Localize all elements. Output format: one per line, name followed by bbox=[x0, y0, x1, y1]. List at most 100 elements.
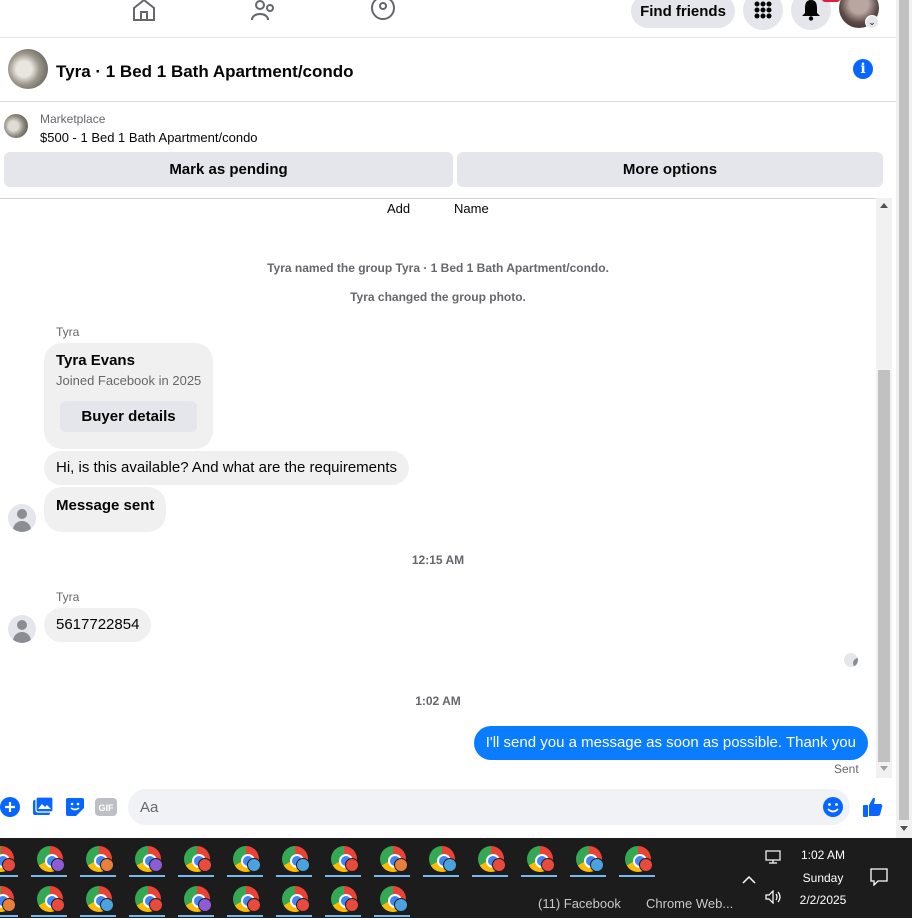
friends-icon[interactable] bbox=[250, 0, 280, 24]
profile-badge-icon bbox=[443, 858, 457, 872]
plus-icon[interactable] bbox=[0, 796, 22, 818]
page-scroll-thumb[interactable] bbox=[899, 0, 909, 820]
clock-time[interactable]: 1:02 AM bbox=[790, 848, 856, 862]
notification-center-icon[interactable] bbox=[870, 868, 888, 887]
network-icon[interactable] bbox=[765, 850, 783, 864]
chrome-profile-taskbar-icon[interactable] bbox=[76, 840, 120, 878]
group-photo-avatar[interactable] bbox=[8, 49, 48, 89]
profile-badge-icon bbox=[247, 898, 261, 912]
chrome-profile-taskbar-icon[interactable] bbox=[27, 880, 71, 918]
running-indicator bbox=[325, 875, 361, 877]
running-indicator bbox=[570, 875, 606, 877]
message-list: Add Name Tyra named the group Tyra · 1 B… bbox=[0, 198, 876, 778]
profile-badge-icon bbox=[198, 858, 212, 872]
sender-name: Tyra bbox=[56, 590, 80, 604]
running-indicator bbox=[80, 915, 116, 917]
chrome-profile-taskbar-icon[interactable] bbox=[419, 840, 463, 878]
more-options-button[interactable]: More options bbox=[457, 152, 883, 187]
profile-badge-icon bbox=[100, 898, 114, 912]
chrome-profile-taskbar-icon[interactable] bbox=[517, 840, 561, 878]
buyer-details-button[interactable]: Buyer details bbox=[60, 401, 197, 432]
clock-date[interactable]: 2/2/2025 bbox=[790, 893, 856, 907]
chrome-profile-taskbar-icon[interactable] bbox=[0, 840, 22, 878]
running-indicator bbox=[521, 875, 557, 877]
profile-badge-icon bbox=[2, 858, 16, 872]
taskbar-label-facebook[interactable]: (11) Facebook bbox=[538, 896, 621, 911]
info-icon[interactable]: i bbox=[853, 59, 873, 79]
chat-header: Tyra · 1 Bed 1 Bath Apartment/condo i bbox=[0, 38, 896, 102]
chrome-profile-taskbar-icon[interactable] bbox=[272, 880, 316, 918]
chrome-profile-taskbar-icon[interactable] bbox=[615, 840, 659, 878]
system-message: Tyra named the group Tyra · 1 Bed 1 Bath… bbox=[267, 261, 609, 275]
chrome-profile-taskbar-icon[interactable] bbox=[468, 840, 512, 878]
profile-badge-icon bbox=[51, 858, 65, 872]
timestamp: 12:15 AM bbox=[411, 553, 465, 567]
chrome-profile-taskbar-icon[interactable] bbox=[125, 840, 169, 878]
chrome-profile-taskbar-icon[interactable] bbox=[370, 840, 414, 878]
message-bubble[interactable]: Hi, is this available? And what are the … bbox=[44, 451, 410, 485]
emoji-icon[interactable] bbox=[822, 796, 844, 818]
message-bubble[interactable]: 5617722854 bbox=[44, 608, 152, 642]
groups-icon[interactable] bbox=[369, 0, 399, 24]
chrome-profile-taskbar-icon[interactable] bbox=[272, 840, 316, 878]
chrome-profile-taskbar-icon[interactable] bbox=[174, 840, 218, 878]
page-scrollbar[interactable] bbox=[896, 0, 912, 838]
scroll-thumb[interactable] bbox=[878, 370, 890, 762]
chrome-profile-taskbar-icon[interactable] bbox=[223, 880, 267, 918]
message-bubble[interactable]: Message sent bbox=[44, 487, 167, 532]
outgoing-message-bubble[interactable]: I'll send you a message as soon as possi… bbox=[473, 726, 868, 760]
chrome-profile-taskbar-icon[interactable] bbox=[321, 840, 365, 878]
profile-badge-icon bbox=[394, 898, 408, 912]
taskbar-label-chrome[interactable]: Chrome Web... bbox=[646, 896, 733, 911]
system-message: Tyra changed the group photo. bbox=[350, 290, 526, 304]
add-action-label[interactable]: Add bbox=[387, 201, 410, 216]
mark-as-pending-button[interactable]: Mark as pending bbox=[4, 152, 453, 187]
chrome-profile-taskbar-icon[interactable] bbox=[174, 880, 218, 918]
menu-grid-icon[interactable] bbox=[743, 0, 783, 30]
chrome-profile-taskbar-icon[interactable] bbox=[125, 880, 169, 918]
chrome-profile-taskbar-icon[interactable] bbox=[566, 840, 610, 878]
photo-icon[interactable] bbox=[32, 796, 54, 818]
chat-title[interactable]: Tyra · 1 Bed 1 Bath Apartment/condo bbox=[56, 62, 354, 82]
listing-thumbnail[interactable] bbox=[4, 114, 28, 138]
name-action-label[interactable]: Name bbox=[454, 201, 489, 216]
profile-badge-icon bbox=[639, 858, 653, 872]
profile-badge-icon bbox=[590, 858, 604, 872]
running-indicator bbox=[423, 875, 459, 877]
scroll-up-arrow-icon[interactable] bbox=[880, 203, 888, 208]
running-indicator bbox=[178, 875, 214, 877]
profile-badge-icon bbox=[345, 858, 359, 872]
running-indicator bbox=[472, 875, 508, 877]
gif-icon[interactable]: GIF bbox=[95, 796, 117, 818]
message-input[interactable] bbox=[128, 789, 850, 825]
top-navigation: Find friends ⌄ bbox=[0, 0, 896, 38]
show-hidden-icons-chevron-up-icon[interactable] bbox=[742, 872, 756, 884]
chrome-profile-taskbar-icon[interactable] bbox=[370, 880, 414, 918]
sent-status: Sent bbox=[834, 762, 859, 776]
notifications-bell-icon[interactable] bbox=[791, 0, 831, 30]
chrome-profile-taskbar-icon[interactable] bbox=[0, 880, 22, 918]
default-avatar-icon[interactable] bbox=[8, 615, 36, 643]
chrome-profile-taskbar-icon[interactable] bbox=[223, 840, 267, 878]
message-scrollbar[interactable] bbox=[876, 198, 892, 778]
page-scroll-down-arrow-icon[interactable] bbox=[900, 826, 908, 831]
profile-badge-icon bbox=[149, 858, 163, 872]
clock-day[interactable]: Sunday bbox=[790, 871, 856, 885]
running-indicator bbox=[0, 875, 18, 877]
chrome-profile-taskbar-icon[interactable] bbox=[321, 880, 365, 918]
read-receipt-avatar-icon bbox=[844, 653, 858, 667]
sticker-icon[interactable] bbox=[64, 796, 86, 818]
buyer-name: Tyra Evans bbox=[56, 352, 135, 369]
running-indicator bbox=[325, 915, 361, 917]
home-icon[interactable] bbox=[130, 0, 160, 24]
like-thumb-icon[interactable] bbox=[862, 796, 884, 818]
chrome-profile-taskbar-icon[interactable] bbox=[76, 880, 120, 918]
chrome-profile-taskbar-icon[interactable] bbox=[27, 840, 71, 878]
listing-title[interactable]: $500 - 1 Bed 1 Bath Apartment/condo bbox=[40, 130, 258, 145]
scroll-down-arrow-icon[interactable] bbox=[880, 766, 888, 771]
running-indicator bbox=[619, 875, 655, 877]
find-friends-button[interactable]: Find friends bbox=[631, 0, 735, 28]
default-avatar-icon[interactable] bbox=[8, 504, 36, 532]
volume-icon[interactable] bbox=[765, 889, 783, 905]
chevron-down-icon[interactable]: ⌄ bbox=[865, 15, 879, 29]
